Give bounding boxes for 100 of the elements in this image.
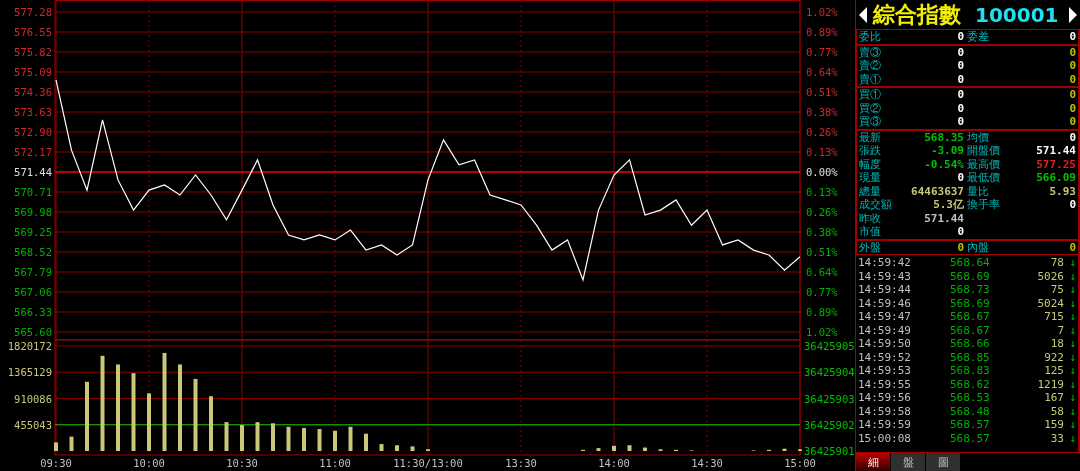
axis-label: 0.51% xyxy=(806,86,838,98)
field-value: 0 xyxy=(957,115,964,128)
tick-volume: 18 xyxy=(1049,337,1064,351)
tick-volume: 75 xyxy=(1049,283,1064,297)
tick-volume: 78 xyxy=(1049,256,1064,270)
panel-tab[interactable]: 圖 xyxy=(926,453,960,471)
axis-label: 0.64% xyxy=(806,266,838,278)
field-value: 0 xyxy=(1069,59,1076,72)
tick-volume: 33 xyxy=(1049,431,1064,445)
next-arrow-icon[interactable] xyxy=(1069,6,1077,23)
volume-bar xyxy=(85,381,89,451)
axis-label: 571.44 xyxy=(14,166,52,178)
axis-label: 0.89% xyxy=(806,26,838,38)
axis-label: 570.71 xyxy=(14,186,52,198)
panel-tab[interactable]: 細 xyxy=(856,453,890,471)
tick-price: 568.83 xyxy=(950,364,991,378)
direction-arrow: ↓ xyxy=(1068,404,1076,418)
volume-bar xyxy=(286,426,291,451)
field-value: 571.44 xyxy=(1036,144,1076,157)
volume-bar xyxy=(69,436,74,451)
field-value: 566.09 xyxy=(1036,171,1076,184)
field-value: 0 xyxy=(1069,240,1076,254)
time-label: 11:00 xyxy=(319,457,351,469)
field-label: 最新 xyxy=(859,130,882,144)
volume-bar xyxy=(410,446,415,451)
tick-price: 568.69 xyxy=(950,296,991,310)
axis-label: 36425904 xyxy=(804,366,855,379)
direction-arrow: ↓ xyxy=(1068,269,1076,283)
volume-bar xyxy=(271,423,275,451)
volume-bar xyxy=(333,430,337,451)
direction-arrow: ↓ xyxy=(1068,283,1076,297)
tick-volume: 1219 xyxy=(1036,377,1064,391)
field-label: 委差 xyxy=(967,30,989,42)
field-value: 0 xyxy=(957,59,964,72)
panel-tab[interactable]: 盤 xyxy=(891,453,925,471)
axis-label: 36425901 xyxy=(804,445,855,457)
tick-volume: 922 xyxy=(1043,350,1064,364)
axis-label: 0.38% xyxy=(806,226,838,238)
tick-time: 14:59:50 xyxy=(858,337,912,351)
tick-volume: 5026 xyxy=(1036,269,1064,283)
tick-price: 568.57 xyxy=(950,431,991,445)
direction-arrow: ↓ xyxy=(1068,310,1076,324)
axis-label: 565.60 xyxy=(14,326,52,338)
tick-price: 568.69 xyxy=(950,269,991,283)
axis-label: 566.33 xyxy=(14,306,52,318)
field-label: 賣① xyxy=(859,72,882,86)
tick-time: 14:59:43 xyxy=(858,269,912,283)
field-value: 5.3亿 xyxy=(933,198,964,211)
axis-label: 568.52 xyxy=(14,246,52,258)
tick-time: 14:59:47 xyxy=(858,310,912,324)
axis-label: 910086 xyxy=(14,392,52,405)
field-value: 0 xyxy=(1069,88,1076,101)
field-value: 0 xyxy=(1069,30,1076,43)
tick-volume: 58 xyxy=(1049,404,1064,418)
volume-bar xyxy=(147,393,151,451)
tick-time: 14:59:52 xyxy=(858,350,912,364)
volume-bar xyxy=(224,422,229,451)
axis-label: 0.51% xyxy=(806,246,838,258)
direction-arrow: ↓ xyxy=(1068,364,1076,378)
volume-bar xyxy=(240,425,244,451)
field-value: 0 xyxy=(1069,45,1076,59)
tick-time: 15:00:08 xyxy=(858,431,912,445)
previous-arrow-icon[interactable] xyxy=(859,6,867,23)
field-value: 0 xyxy=(957,240,964,254)
field-value: -3.09 xyxy=(930,144,964,157)
volume-bar xyxy=(643,447,647,451)
axis-label: 0.13% xyxy=(806,186,838,198)
field-label: 內盤 xyxy=(967,240,989,253)
field-label: 張跌 xyxy=(859,144,882,158)
axis-label: 573.63 xyxy=(14,106,52,118)
tick-time: 14:59:56 xyxy=(858,391,912,405)
field-value: 577.25 xyxy=(1036,157,1076,171)
tick-time: 14:59:49 xyxy=(858,323,912,337)
volume-bar xyxy=(302,427,306,451)
field-label: 幅度 xyxy=(859,157,882,171)
field-label: 最高價 xyxy=(967,157,1000,170)
axis-label: 0.38% xyxy=(806,106,838,118)
time-label: 13:30 xyxy=(505,457,537,469)
time-label: 11:30/13:00 xyxy=(393,457,463,469)
field-label: 委比 xyxy=(859,30,882,44)
axis-label: 575.82 xyxy=(14,46,52,58)
volume-bar xyxy=(782,448,787,451)
direction-arrow: ↓ xyxy=(1068,377,1076,391)
tick-volume: 5024 xyxy=(1036,296,1064,310)
axis-label: 572.17 xyxy=(14,146,52,158)
axis-label: 0.77% xyxy=(806,286,838,298)
axis-label: 1.02% xyxy=(806,326,838,338)
tick-time: 14:59:44 xyxy=(858,283,912,297)
field-label: 賣③ xyxy=(859,45,882,59)
direction-arrow: ↓ xyxy=(1068,323,1076,337)
field-label: 換手率 xyxy=(967,198,1000,210)
axis-label: 455043 xyxy=(14,418,52,431)
tick-price: 568.66 xyxy=(950,337,991,351)
volume-bar xyxy=(255,422,260,451)
direction-arrow: ↓ xyxy=(1068,350,1076,364)
volume-bar xyxy=(54,442,58,451)
axis-label: 1365129 xyxy=(7,366,52,379)
axis-label: 36425905 xyxy=(804,340,855,352)
volume-bar xyxy=(317,429,322,451)
tick-volume: 167 xyxy=(1043,391,1064,405)
